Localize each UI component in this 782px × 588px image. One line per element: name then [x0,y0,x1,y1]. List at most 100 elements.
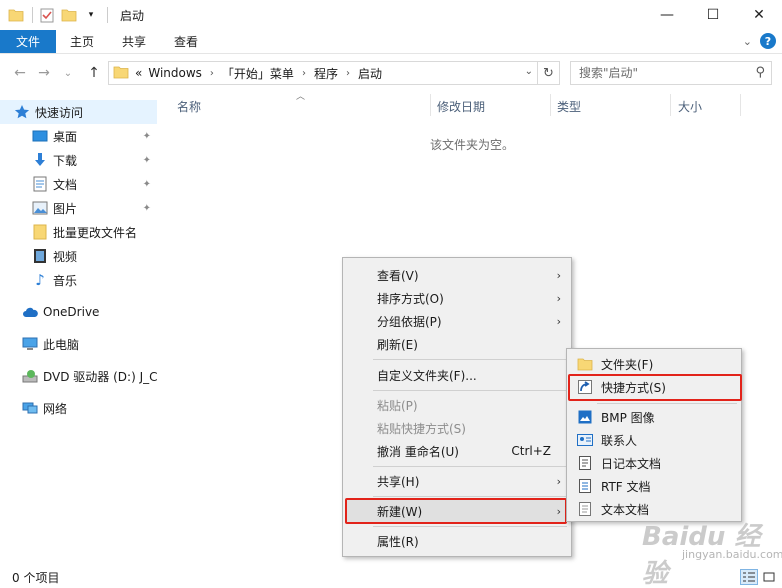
menu-item-label: 新建(W) [377,504,423,519]
sidebar-item-pictures[interactable]: 图片 ✦ [0,196,157,220]
sidebar-item-label: 文档 [53,177,78,192]
chevron-right-icon[interactable]: › [346,68,350,79]
sidebar-item-network[interactable]: 网络 [0,396,157,420]
empty-folder-message: 该文件夹为空。 [430,138,515,152]
sidebar-item-desktop[interactable]: 桌面 ✦ [0,124,157,148]
address-bar[interactable]: « Windows › 「开始」菜单 › 程序 › 启动 ⌄ ↻ [108,61,560,85]
tab-share[interactable]: 共享 [108,30,160,53]
back-button[interactable]: ← [8,61,32,85]
tab-view[interactable]: 查看 [160,30,212,53]
bmp-image-icon [577,409,593,425]
minimize-button[interactable]: — [644,0,690,30]
pin-icon[interactable]: ✦ [143,203,151,214]
customize-toolbar-icon[interactable]: ▾ [83,7,99,23]
column-header-name[interactable]: 名称 [177,92,201,120]
help-icon[interactable]: ? [760,33,776,49]
breadcrumb-item[interactable]: 程序 [314,65,338,82]
sidebar-item-dvd-drive[interactable]: DVD 驱动器 (D:) J_C [0,364,157,388]
breadcrumb-item[interactable]: Windows [148,66,202,80]
menu-item-customize-folder[interactable]: 自定义文件夹(F)... [345,364,569,386]
chevron-right-icon[interactable]: › [210,68,214,79]
menu-item-undo-rename[interactable]: 撤消 重命名(U) Ctrl+Z [345,440,569,462]
column-header-date-modified[interactable]: 修改日期 [437,92,485,120]
folder-icon [8,7,24,23]
pin-icon[interactable]: ✦ [143,131,151,142]
menu-item-label: 联系人 [601,433,638,448]
maximize-button[interactable]: ☐ [690,0,736,30]
search-box[interactable]: ⚲ [570,61,772,85]
menu-item-label: 日记本文档 [601,456,662,471]
menu-separator [373,466,567,467]
breadcrumb-item[interactable]: 启动 [358,65,382,82]
menu-item-label: 文件夹(F) [601,357,654,372]
menu-item-label: BMP 图像 [601,410,655,425]
chevron-down-icon[interactable]: ⌄ [525,66,533,77]
document-icon [32,176,48,192]
column-divider[interactable] [670,94,671,116]
sidebar-item-music[interactable]: ♪ 音乐 [0,268,157,292]
sidebar-item-downloads[interactable]: 下载 ✦ [0,148,157,172]
network-icon [22,400,38,416]
search-icon[interactable]: ⚲ [755,65,765,80]
submenu-item-shortcut[interactable]: 快捷方式(S) [569,376,739,398]
tab-home[interactable]: 主页 [56,30,108,53]
menu-item-new[interactable]: 新建(W) › [345,500,569,522]
submenu-item-folder[interactable]: 文件夹(F) [569,353,739,375]
close-button[interactable]: ✕ [736,0,782,30]
search-input[interactable] [579,66,749,80]
breadcrumb-item[interactable]: 「开始」菜单 [222,65,294,82]
folder-icon [32,224,48,240]
column-header-size[interactable]: 大小 [678,92,702,120]
recent-locations-button[interactable]: ⌄ [56,61,80,85]
chevron-right-icon[interactable]: › [302,68,306,79]
sidebar-item-label: 批量更改文件名 [53,225,138,240]
menu-item-sort-by[interactable]: 排序方式(O) › [345,287,569,309]
menu-separator [373,526,567,527]
chevron-right-icon: › [556,291,561,305]
menu-item-paste-shortcut: 粘贴快捷方式(S) [345,417,569,439]
menu-item-label: 快捷方式(S) [601,380,666,395]
properties-icon[interactable] [39,7,55,23]
new-folder-icon[interactable] [61,7,77,23]
menu-item-label: 撤消 重命名(U) [377,444,459,459]
quick-access-toolbar: ▾ 启动 [0,0,144,30]
chevron-right-icon: › [556,504,561,518]
details-view-icon[interactable] [740,569,758,585]
context-menu: 查看(V) › 排序方式(O) › 分组依据(P) › 刷新(E) 自定义文件夹… [342,257,572,557]
submenu-item-rtf-document[interactable]: RTF 文档 [569,475,739,497]
forward-button[interactable]: → [32,61,56,85]
sidebar-item-label: 音乐 [53,273,78,288]
submenu-item-bmp-image[interactable]: BMP 图像 [569,406,739,428]
sidebar-item-onedrive[interactable]: OneDrive [0,300,157,324]
menu-item-label: 文本文档 [601,502,650,517]
up-button[interactable]: ↑ [82,61,106,85]
sidebar-item-this-pc[interactable]: 此电脑 [0,332,157,356]
chevron-right-icon: › [556,314,561,328]
menu-item-group-by[interactable]: 分组依据(P) › [345,310,569,332]
column-header-type[interactable]: 类型 [557,92,581,120]
menu-item-refresh[interactable]: 刷新(E) [345,333,569,355]
column-divider[interactable] [550,94,551,116]
large-icons-view-icon[interactable] [760,569,778,585]
expand-ribbon-icon[interactable]: ⌄ [743,35,752,48]
cloud-icon [22,304,38,320]
menu-item-label: 分组依据(P) [377,314,442,329]
pin-icon[interactable]: ✦ [143,179,151,190]
window-controls: — ☐ ✕ [644,0,782,30]
sidebar-item-quick-access[interactable]: 快速访问 [0,100,157,124]
column-divider[interactable] [740,94,741,116]
pin-icon[interactable]: ✦ [143,155,151,166]
submenu-item-contact[interactable]: 联系人 [569,429,739,451]
menu-item-share[interactable]: 共享(H) › [345,470,569,492]
submenu-item-journal-document[interactable]: 日记本文档 [569,452,739,474]
refresh-icon[interactable]: ↻ [537,62,559,84]
menu-item-properties[interactable]: 属性(R) [345,530,569,552]
breadcrumb-overflow[interactable]: « [135,66,142,80]
sidebar-item-documents[interactable]: 文档 ✦ [0,172,157,196]
menu-item-view[interactable]: 查看(V) › [345,264,569,286]
shortcut-icon [577,379,593,395]
sidebar-item-batch-rename[interactable]: 批量更改文件名 [0,220,157,244]
sidebar-item-videos[interactable]: 视频 [0,244,157,268]
tab-file[interactable]: 文件 [0,30,57,53]
column-divider[interactable] [430,94,431,116]
